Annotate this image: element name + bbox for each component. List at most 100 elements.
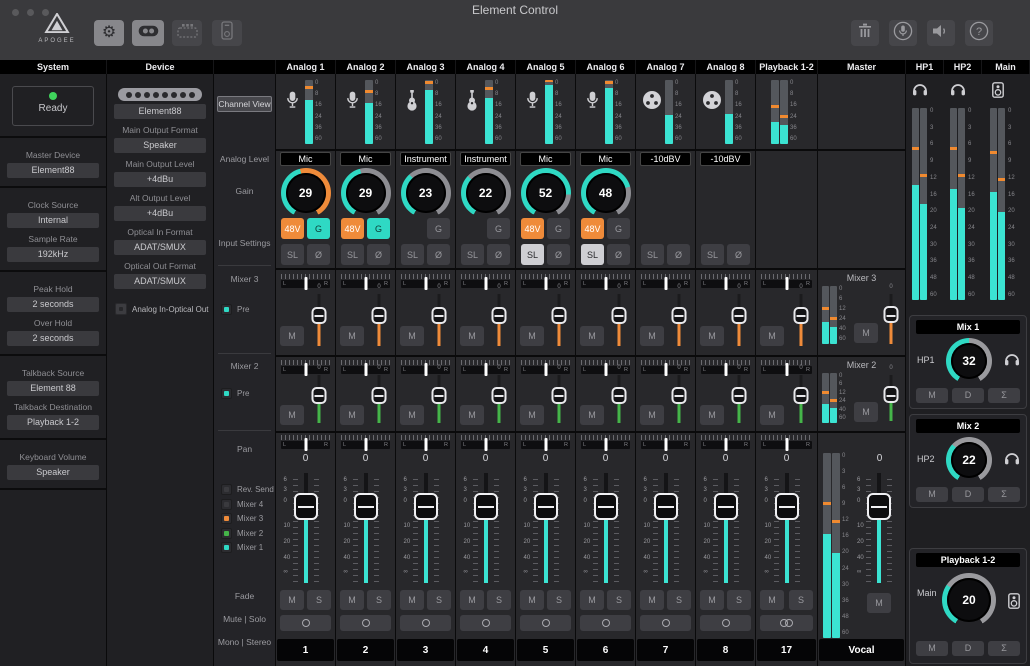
send-checkbox-mixer-2[interactable] bbox=[221, 528, 232, 539]
mono-link-button[interactable] bbox=[280, 615, 331, 631]
mute-button[interactable]: M bbox=[760, 590, 784, 610]
channel-name-strip[interactable]: 4 bbox=[457, 639, 514, 661]
mix-mute-button[interactable]: M bbox=[916, 641, 948, 656]
send-fader-handle[interactable] bbox=[492, 387, 507, 404]
mixer3-send-fader[interactable]: 0 bbox=[792, 292, 810, 348]
device-name-button[interactable]: Element88 bbox=[114, 104, 206, 119]
main-pan[interactable]: LR bbox=[461, 435, 510, 451]
input-type-selector[interactable]: Mic bbox=[580, 152, 631, 166]
pan-handle[interactable] bbox=[424, 277, 427, 290]
field-value-over-hold[interactable]: 2 seconds bbox=[7, 331, 99, 346]
routing-view-button[interactable] bbox=[172, 20, 202, 46]
monitor-mute-button[interactable] bbox=[927, 20, 955, 46]
channel-name-strip[interactable]: 7 bbox=[637, 639, 694, 661]
pre-checkbox[interactable] bbox=[221, 304, 232, 315]
mono-link-button[interactable] bbox=[400, 615, 451, 631]
main-fader[interactable]: 630102040∞ bbox=[643, 471, 689, 585]
mix-dim-button[interactable]: D bbox=[952, 388, 984, 403]
pan-handle[interactable] bbox=[544, 277, 547, 290]
mute-button[interactable]: M bbox=[280, 590, 304, 610]
solo-button[interactable]: S bbox=[367, 590, 391, 610]
solo-button[interactable]: S bbox=[667, 590, 691, 610]
soft-limit-button[interactable]: SL bbox=[701, 244, 724, 265]
device-view-button[interactable] bbox=[212, 20, 242, 46]
mix-level-knob[interactable]: 22 bbox=[946, 437, 992, 483]
channel-name-strip[interactable]: 17 bbox=[757, 639, 816, 661]
mix-sum-button[interactable]: Σ bbox=[988, 641, 1020, 656]
mixer2-mute-button[interactable]: M bbox=[640, 405, 664, 425]
pan-handle[interactable] bbox=[304, 277, 307, 290]
fader-handle[interactable] bbox=[414, 493, 438, 520]
mixer3-send-fader[interactable]: 0 bbox=[610, 292, 628, 348]
mixer3-send-fader[interactable]: 0 bbox=[310, 292, 328, 348]
mix-sum-button[interactable]: Σ bbox=[988, 388, 1020, 403]
gain-knob[interactable]: 29 bbox=[281, 168, 331, 218]
fader-handle[interactable] bbox=[867, 493, 891, 520]
main-fader[interactable]: 630102040∞ bbox=[343, 471, 389, 585]
send-fader-handle[interactable] bbox=[732, 387, 747, 404]
field-value-talkback-destination[interactable]: Playback 1-2 bbox=[7, 415, 99, 430]
gain-knob[interactable]: 48 bbox=[581, 168, 631, 218]
input-type-selector[interactable]: Mic bbox=[520, 152, 571, 166]
mixer3-mute-button[interactable]: M bbox=[340, 326, 364, 346]
mono-link-button[interactable] bbox=[340, 615, 391, 631]
main-fader[interactable]: 630102040∞ bbox=[703, 471, 749, 585]
mixer3-mute-button[interactable]: M bbox=[640, 326, 664, 346]
pan-handle[interactable] bbox=[424, 363, 427, 376]
field-value-keyboard-volume[interactable]: Speaker bbox=[7, 465, 99, 480]
group-button[interactable]: G bbox=[607, 218, 630, 239]
field-value-main-output-level[interactable]: +4dBu bbox=[114, 172, 206, 187]
channel-name-strip[interactable]: 8 bbox=[697, 639, 754, 661]
mixer3-send-fader[interactable]: 0 bbox=[490, 292, 508, 348]
mixer3-mute-button[interactable]: M bbox=[520, 326, 544, 346]
pan-handle[interactable] bbox=[364, 363, 367, 376]
field-value-main-output-format[interactable]: Speaker bbox=[114, 138, 206, 153]
send-fader-handle[interactable] bbox=[372, 387, 387, 404]
mixer2-send-fader[interactable]: 0 bbox=[430, 373, 448, 425]
pan-handle[interactable] bbox=[484, 277, 487, 290]
pan-handle[interactable] bbox=[604, 277, 607, 290]
mute-button[interactable]: M bbox=[340, 590, 364, 610]
send-fader-handle[interactable] bbox=[794, 387, 809, 404]
analog-in-optical-out-checkbox[interactable] bbox=[115, 303, 127, 315]
mixer2-mute-button[interactable]: M bbox=[280, 405, 304, 425]
pan-handle[interactable] bbox=[724, 438, 727, 451]
talkback-button[interactable] bbox=[889, 20, 917, 46]
send-fader-handle[interactable] bbox=[672, 387, 687, 404]
master-fader[interactable]: 630102040∞ bbox=[856, 471, 902, 585]
mixer2-send-fader[interactable]: 0 bbox=[610, 373, 628, 425]
main-pan[interactable]: LR bbox=[521, 435, 570, 451]
pan-handle[interactable] bbox=[604, 363, 607, 376]
mixer2-send-fader[interactable]: 0 bbox=[550, 373, 568, 425]
stereo-link-button[interactable] bbox=[760, 615, 813, 631]
phantom-48v-button[interactable]: 48V bbox=[581, 218, 604, 239]
solo-button[interactable]: S bbox=[307, 590, 331, 610]
send-fader-handle[interactable] bbox=[312, 307, 327, 324]
mixer3-send-fader[interactable]: 0 bbox=[370, 292, 388, 348]
field-value-optical-in-format[interactable]: ADAT/SMUX bbox=[114, 240, 206, 255]
pan-handle[interactable] bbox=[304, 363, 307, 376]
mixer2-mute-button[interactable]: M bbox=[400, 405, 424, 425]
fader-handle[interactable] bbox=[714, 493, 738, 520]
solo-button[interactable]: S bbox=[487, 590, 511, 610]
solo-button[interactable]: S bbox=[427, 590, 451, 610]
main-fader[interactable]: 630102040∞ bbox=[764, 471, 810, 585]
main-pan[interactable]: LR bbox=[761, 435, 812, 451]
input-type-selector[interactable]: Mic bbox=[280, 152, 331, 166]
mixer3-mute-button[interactable]: M bbox=[460, 326, 484, 346]
soft-limit-button[interactable]: SL bbox=[521, 244, 544, 265]
send-checkbox-rev-send[interactable] bbox=[221, 484, 232, 495]
phantom-48v-button[interactable]: 48V bbox=[521, 218, 544, 239]
main-pan[interactable]: LR bbox=[341, 435, 390, 451]
group-button[interactable]: G bbox=[367, 218, 390, 239]
pan-handle[interactable] bbox=[724, 277, 727, 290]
mixer3-mute-button[interactable]: M bbox=[760, 326, 784, 346]
mono-link-button[interactable] bbox=[520, 615, 571, 631]
gain-knob[interactable]: 23 bbox=[401, 168, 451, 218]
master-name-strip[interactable]: Vocal bbox=[819, 639, 904, 661]
group-button[interactable]: G bbox=[487, 218, 510, 239]
field-value-clock-source[interactable]: Internal bbox=[7, 213, 99, 228]
soft-limit-button[interactable]: SL bbox=[341, 244, 364, 265]
pan-handle[interactable] bbox=[785, 363, 788, 376]
pan-handle[interactable] bbox=[364, 438, 367, 451]
